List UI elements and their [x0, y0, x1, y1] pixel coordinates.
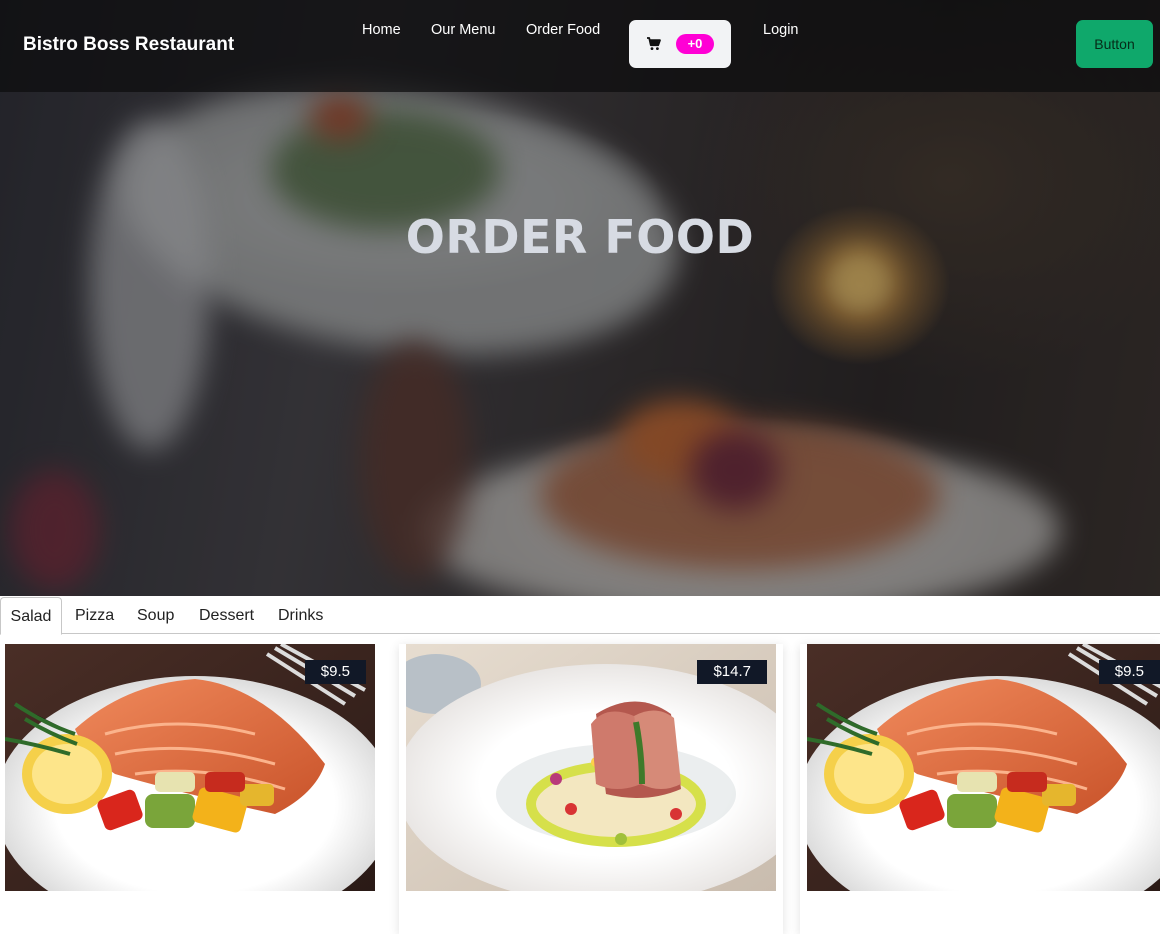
cart-count-badge: +0 [676, 34, 714, 54]
price-tag: $14.7 [697, 660, 767, 684]
nav-our-menu[interactable]: Our Menu [431, 22, 495, 38]
action-button[interactable]: Button [1076, 20, 1153, 68]
nav-order-food[interactable]: Order Food [526, 22, 600, 38]
food-card[interactable]: $9.5 [800, 644, 1160, 934]
food-card[interactable]: $14.7 [399, 644, 783, 934]
nav-login[interactable]: Login [763, 22, 798, 38]
tab-dessert[interactable]: Dessert [199, 597, 254, 634]
tab-salad[interactable]: Salad [0, 597, 62, 635]
tab-pizza[interactable]: Pizza [75, 597, 114, 634]
nav-home[interactable]: Home [362, 22, 401, 38]
navbar: Bistro Boss Restaurant Home Our Menu Ord… [0, 0, 1160, 92]
brand-name[interactable]: Bistro Boss Restaurant [23, 34, 234, 56]
price-tag: $9.5 [1098, 660, 1160, 684]
food-card[interactable]: $9.5 [5, 644, 375, 934]
category-tabs: Salad Pizza Soup Dessert Drinks [0, 597, 1160, 635]
tab-soup[interactable]: Soup [137, 597, 174, 634]
page-title: ORDER FOOD [405, 210, 755, 264]
cart-icon [647, 37, 661, 50]
tab-drinks[interactable]: Drinks [278, 597, 323, 634]
price-tag: $9.5 [304, 660, 366, 684]
cart-button[interactable]: +0 [629, 20, 731, 68]
